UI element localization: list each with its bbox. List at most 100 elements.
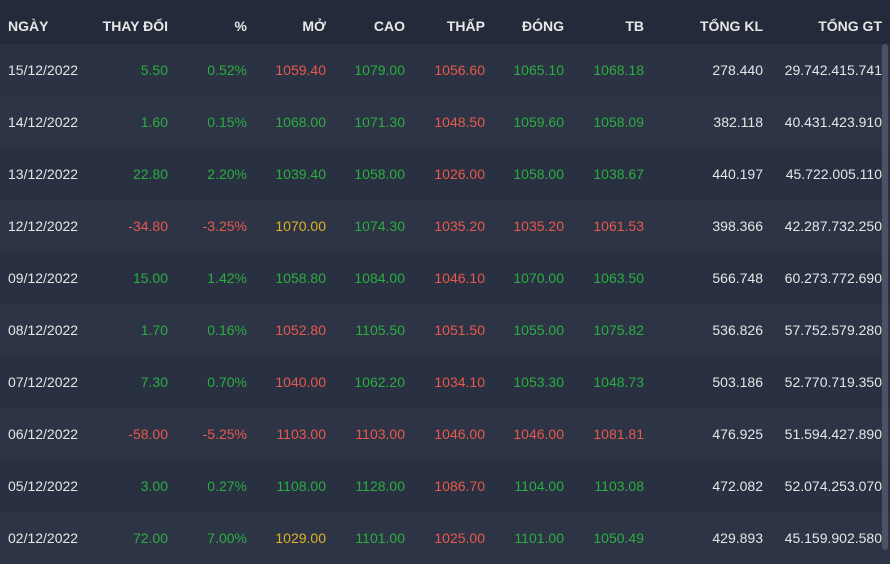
header-open[interactable]: MỞ	[302, 16, 326, 36]
header-avg[interactable]: TB	[625, 16, 644, 36]
header-change[interactable]: THAY ĐỔI	[103, 16, 168, 36]
cell-avg: 1038.67	[593, 166, 644, 182]
table-row[interactable]: 09/12/2022 15.00 1.42% 1058.80 1084.00 1…	[0, 252, 890, 304]
cell-total-volume: 440.197	[712, 166, 763, 182]
table-row[interactable]: 07/12/2022 7.30 0.70% 1040.00 1062.20 10…	[0, 356, 890, 408]
cell-percent: 7.00%	[207, 530, 247, 546]
header-date[interactable]: NGÀY	[8, 16, 48, 36]
cell-change: -58.00	[128, 426, 168, 442]
header-close[interactable]: ĐÓNG	[522, 16, 564, 36]
table-row[interactable]: 13/12/2022 22.80 2.20% 1039.40 1058.00 1…	[0, 148, 890, 200]
cell-total-value: 45.159.902.580	[784, 530, 882, 546]
cell-avg: 1103.08	[594, 478, 644, 494]
cell-change: -34.80	[128, 218, 168, 234]
cell-close: 1055.00	[513, 322, 564, 338]
cell-low: 1035.20	[434, 218, 485, 234]
cell-percent: -3.25%	[202, 218, 247, 234]
cell-percent: 2.20%	[207, 166, 247, 182]
cell-low: 1046.10	[434, 270, 485, 286]
cell-date: 06/12/2022	[8, 426, 79, 442]
cell-avg: 1068.18	[593, 62, 644, 78]
price-history-table: NGÀY THAY ĐỔI % MỞ CAO THẤP ĐÓNG TB TỔNG…	[0, 0, 890, 564]
table-header: NGÀY THAY ĐỔI % MỞ CAO THẤP ĐÓNG TB TỔNG…	[0, 0, 890, 46]
cell-open: 1058.80	[275, 270, 326, 286]
cell-high: 1103.00	[355, 426, 405, 442]
cell-high: 1079.00	[354, 62, 405, 78]
cell-change: 3.00	[140, 478, 168, 494]
cell-open: 1029.00	[275, 530, 326, 546]
cell-change: 5.50	[140, 62, 168, 78]
table-row[interactable]: 14/12/2022 1.60 0.15% 1068.00 1071.30 10…	[0, 96, 890, 148]
cell-avg: 1081.81	[593, 426, 644, 442]
cell-high: 1084.00	[354, 270, 405, 286]
cell-open: 1039.40	[275, 166, 326, 182]
cell-high: 1058.00	[354, 166, 405, 182]
cell-close: 1101.00	[514, 530, 564, 546]
header-low[interactable]: THẤP	[447, 16, 485, 36]
cell-date: 12/12/2022	[8, 218, 79, 234]
cell-percent: 0.16%	[207, 322, 247, 338]
table-row[interactable]: 05/12/2022 3.00 0.27% 1108.00 1128.00 10…	[0, 460, 890, 512]
cell-close: 1058.00	[513, 166, 564, 182]
cell-change: 1.70	[140, 322, 168, 338]
cell-open: 1059.40	[275, 62, 326, 78]
cell-close: 1046.00	[513, 426, 564, 442]
cell-total-value: 52.770.719.350	[784, 374, 882, 390]
cell-percent: 0.70%	[207, 374, 247, 390]
cell-date: 09/12/2022	[8, 270, 79, 286]
cell-total-value: 29.742.415.741	[784, 62, 882, 78]
header-total-value[interactable]: TỔNG GT	[818, 16, 882, 36]
table-row[interactable]: 08/12/2022 1.70 0.16% 1052.80 1105.50 10…	[0, 304, 890, 356]
cell-avg: 1075.82	[593, 322, 644, 338]
cell-low: 1046.00	[434, 426, 485, 442]
cell-avg: 1058.09	[593, 114, 644, 130]
cell-high: 1074.30	[354, 218, 405, 234]
cell-close: 1035.20	[513, 218, 564, 234]
cell-high: 1105.50	[355, 322, 405, 338]
cell-date: 02/12/2022	[8, 530, 79, 546]
cell-total-value: 42.287.732.250	[784, 218, 882, 234]
cell-low: 1086.70	[434, 478, 485, 494]
cell-total-volume: 566.748	[712, 270, 763, 286]
cell-total-volume: 472.082	[712, 478, 763, 494]
cell-low: 1034.10	[434, 374, 485, 390]
table-row[interactable]: 12/12/2022 -34.80 -3.25% 1070.00 1074.30…	[0, 200, 890, 252]
header-total-volume[interactable]: TỔNG KL	[700, 16, 763, 36]
vertical-scrollbar[interactable]	[882, 44, 888, 550]
cell-high: 1128.00	[355, 478, 405, 494]
cell-change: 72.00	[132, 530, 168, 546]
cell-total-volume: 278.440	[712, 62, 763, 78]
cell-avg: 1050.49	[593, 530, 644, 546]
header-high[interactable]: CAO	[374, 16, 405, 36]
header-percent[interactable]: %	[235, 16, 247, 36]
cell-date: 05/12/2022	[8, 478, 79, 494]
cell-change: 15.00	[132, 270, 168, 286]
cell-low: 1048.50	[434, 114, 485, 130]
cell-close: 1070.00	[513, 270, 564, 286]
table-row[interactable]: 02/12/2022 72.00 7.00% 1029.00 1101.00 1…	[0, 512, 890, 564]
cell-percent: 0.52%	[207, 62, 247, 78]
cell-date: 08/12/2022	[8, 322, 79, 338]
cell-open: 1040.00	[275, 374, 326, 390]
cell-high: 1071.30	[354, 114, 405, 130]
cell-percent: -5.25%	[202, 426, 247, 442]
cell-close: 1065.10	[513, 62, 564, 78]
cell-close: 1104.00	[514, 478, 564, 494]
cell-total-value: 60.273.772.690	[784, 270, 882, 286]
cell-total-value: 40.431.423.910	[784, 114, 882, 130]
cell-change: 1.60	[140, 114, 168, 130]
table-row[interactable]: 06/12/2022 -58.00 -5.25% 1103.00 1103.00…	[0, 408, 890, 460]
cell-date: 13/12/2022	[8, 166, 79, 182]
cell-percent: 1.42%	[207, 270, 247, 286]
cell-open: 1070.00	[275, 218, 326, 234]
cell-avg: 1061.53	[593, 218, 644, 234]
cell-high: 1101.00	[355, 530, 405, 546]
cell-total-value: 45.722.005.110	[785, 166, 882, 182]
cell-low: 1025.00	[434, 530, 485, 546]
cell-high: 1062.20	[354, 374, 405, 390]
cell-date: 07/12/2022	[8, 374, 79, 390]
cell-close: 1059.60	[513, 114, 564, 130]
table-row[interactable]: 15/12/2022 5.50 0.52% 1059.40 1079.00 10…	[0, 44, 890, 96]
cell-avg: 1048.73	[593, 374, 644, 390]
cell-total-volume: 476.925	[712, 426, 763, 442]
